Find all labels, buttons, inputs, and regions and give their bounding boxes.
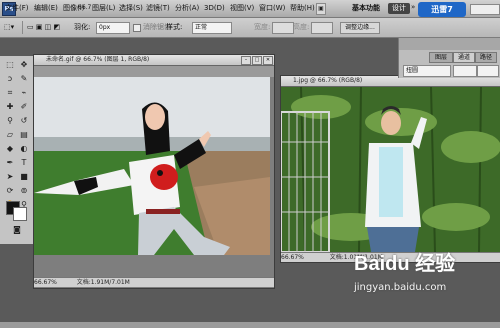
marquee-tool-icon[interactable]: ⬚▾	[4, 18, 14, 37]
zoom-level[interactable]: 66.67%	[281, 254, 304, 261]
pen-tool-icon[interactable]: ✒	[4, 157, 16, 169]
minimize-icon[interactable]: –	[241, 56, 251, 65]
thunder-button[interactable]: 迅雷7	[418, 2, 466, 17]
document-size: 文档:1.91M/7.01M	[76, 279, 130, 286]
blur-tool-icon[interactable]: ◆	[4, 143, 16, 155]
bottom-panel-strip	[0, 322, 500, 328]
move-tool-icon[interactable]: ✥	[18, 59, 30, 71]
workspace-basic[interactable]: 基本功能	[352, 3, 380, 14]
type-tool-icon[interactable]: T	[18, 157, 30, 169]
eraser-tool-icon[interactable]: ▱	[4, 129, 16, 141]
zoom-display[interactable]: 66.7	[78, 4, 91, 11]
divider	[22, 21, 23, 34]
panel-dock-header	[398, 38, 500, 50]
crop-tool-icon[interactable]: ⌗	[4, 87, 16, 99]
quick-select-tool-icon[interactable]: ✎	[18, 73, 30, 85]
quick-mask-icon[interactable]: ◙	[10, 224, 24, 236]
menu-help[interactable]: 帮助(H)	[290, 0, 315, 17]
shape-tool-icon[interactable]: ■	[18, 171, 30, 183]
history-brush-tool-icon[interactable]: ↺	[18, 115, 30, 127]
feather-label: 羽化:	[74, 23, 91, 31]
healing-brush-tool-icon[interactable]: ✚	[4, 101, 16, 113]
document-1-status: 66.67% 文档:1.91M/7.01M	[34, 277, 274, 287]
clone-stamp-tool-icon[interactable]: ⚲	[4, 115, 16, 127]
maximize-icon[interactable]: □	[252, 56, 262, 65]
style-label: 样式:	[166, 23, 183, 31]
zoom-level[interactable]: 66.67%	[34, 279, 57, 286]
tab-layers[interactable]: 图层	[429, 52, 453, 63]
minibridge-icon[interactable]: ▣	[316, 3, 326, 15]
document-1-title[interactable]: 未命名.gif @ 66.7% (图层 1, RGB/8)	[34, 55, 274, 66]
menu-bar: Ps 文件(F) 编辑(E) 图像(I) 图层(L) 选择(S) 滤镜(T) 分…	[0, 0, 500, 18]
gradient-tool-icon[interactable]: ▤	[18, 129, 30, 141]
width-input[interactable]	[272, 22, 294, 34]
selection-mode-icons[interactable]: ▭ ▣ ◫ ◩	[27, 18, 60, 37]
fill-input[interactable]	[477, 65, 499, 77]
3d-rotate-tool-icon[interactable]: ⟳	[4, 185, 16, 197]
menu-window[interactable]: 窗口(W)	[259, 0, 285, 17]
menu-3d[interactable]: 3D(D)	[204, 0, 225, 17]
close-icon[interactable]: ✕	[263, 56, 273, 65]
menu-select[interactable]: 选择(S)	[119, 0, 143, 17]
brush-tool-icon[interactable]: ✐	[18, 101, 30, 113]
menu-view[interactable]: 视图(V)	[230, 0, 254, 17]
tab-paths[interactable]: 路径	[475, 52, 497, 63]
feather-input[interactable]: 0px	[96, 22, 130, 34]
menu-file[interactable]: 文件(F)	[5, 0, 29, 17]
search-field[interactable]	[470, 4, 500, 15]
style-select[interactable]: 正常	[192, 22, 232, 34]
tab-channels[interactable]: 通道	[453, 52, 475, 63]
watermark-url: jingyan.baidu.com	[354, 282, 447, 293]
blend-mode-select[interactable]: 扭圆	[403, 65, 451, 77]
workspace-more-icon[interactable]: »	[411, 3, 415, 11]
document-window-1: 未命名.gif @ 66.7% (图层 1, RGB/8) – □ ✕ 66.6…	[33, 54, 275, 289]
baidu-watermark: Baidu 经验 jingyan.baidu.com	[354, 247, 500, 307]
dodge-tool-icon[interactable]: ◐	[18, 143, 30, 155]
menu-layer[interactable]: 图层(L)	[92, 0, 115, 17]
3d-camera-tool-icon[interactable]: ⊚	[18, 185, 30, 197]
width-label: 宽度:	[254, 23, 271, 31]
boy-photo	[281, 87, 500, 252]
marquee-tool-icon[interactable]: ⬚	[4, 59, 16, 71]
layers-panel: 图层 通道 路径 扭圆	[398, 50, 500, 78]
menu-analysis[interactable]: 分析(A)	[175, 0, 199, 17]
document-window-2: 1.jpg @ 66.7% (RGB/8) 66.67% 文档:1.01M/1.…	[280, 75, 500, 263]
opacity-input[interactable]	[453, 65, 477, 77]
menu-filter[interactable]: 滤镜(T)	[146, 0, 170, 17]
watermark-brand: Baidu 经验	[354, 253, 456, 275]
background-color-swatch[interactable]	[13, 207, 27, 221]
refine-edge-button[interactable]: 调整边缘...	[340, 22, 380, 34]
lasso-tool-icon[interactable]: ↄ	[4, 73, 16, 85]
height-label: 高度:	[293, 23, 310, 31]
antialias-checkbox[interactable]	[133, 24, 141, 32]
path-select-tool-icon[interactable]: ➤	[4, 171, 16, 183]
height-input[interactable]	[311, 22, 333, 34]
options-bar: ⬚▾ ▭ ▣ ◫ ◩ 羽化: 0px 消除锯齿 样式: 正常 宽度: 高度: 调…	[0, 18, 500, 38]
menu-edit[interactable]: 编辑(E)	[34, 0, 58, 17]
girl-photo	[34, 77, 270, 255]
workspace-design[interactable]: 设计	[388, 3, 410, 14]
eyedropper-tool-icon[interactable]: ⌁	[18, 87, 30, 99]
